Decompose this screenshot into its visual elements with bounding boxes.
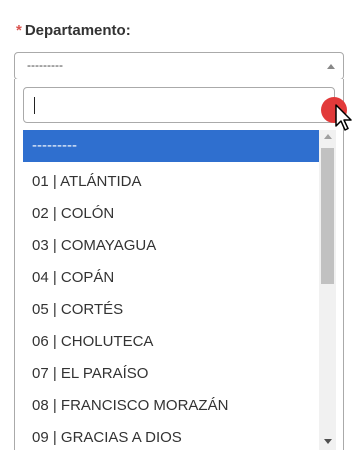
departamento-label: * Departamento: <box>16 22 131 39</box>
search-input[interactable] <box>24 88 334 122</box>
option-item[interactable]: 06 | CHOLUTECA <box>23 326 325 358</box>
option-item[interactable]: 09 | GRACIAS A DIOS <box>23 422 325 450</box>
option-label: 07 | EL PARAÍSO <box>32 365 149 382</box>
text-caret <box>34 97 35 114</box>
option-item[interactable]: 03 | COMAYAGUA <box>23 230 325 262</box>
option-label: 08 | FRANCISCO MORAZÁN <box>32 397 229 414</box>
search-box[interactable] <box>23 87 352 131</box>
option-item[interactable]: 08 | FRANCISCO MORAZÁN <box>23 390 325 422</box>
mouse-pointer-icon <box>335 104 352 131</box>
departamento-select[interactable]: --------- <box>14 52 344 80</box>
required-marker: * <box>16 22 22 39</box>
options-list: --------- 01 | ATLÁNTIDA 02 | COLÓN 03 | CO… <box>23 130 341 450</box>
option-label: 09 | GRACIAS A DIOS <box>32 429 182 446</box>
scroll-thumb[interactable] <box>321 148 334 284</box>
option-label: 02 | COLÓN <box>32 205 115 222</box>
option-item[interactable]: 01 | ATLÁNTIDA <box>23 166 325 198</box>
select-current-value: --------- <box>27 58 63 72</box>
scroll-up-icon[interactable] <box>324 134 332 139</box>
option-label: 04 | COPÁN <box>32 269 115 286</box>
option-label: 03 | COMAYAGUA <box>32 237 157 254</box>
option-item[interactable]: 07 | EL PARAÍSO <box>23 358 325 390</box>
option-item[interactable]: 05 | CORTÉS <box>23 294 325 326</box>
option-label: 01 | ATLÁNTIDA <box>32 173 142 190</box>
departamento-field: * Departamento: --------- --------- 01 | A… <box>0 0 356 450</box>
departamento-label-text: Departamento: <box>24 22 131 39</box>
option-item[interactable]: 02 | COLÓN <box>23 198 325 230</box>
options-scrollbar[interactable] <box>319 130 336 450</box>
option-item[interactable]: 04 | COPÁN <box>23 262 325 294</box>
option-label: 05 | CORTÉS <box>32 301 124 318</box>
option-label: 06 | CHOLUTECA <box>32 333 154 350</box>
option-item[interactable]: --------- <box>23 130 325 162</box>
departamento-dropdown: --------- 01 | ATLÁNTIDA 02 | COLÓN 03 | CO… <box>14 79 352 450</box>
option-label: --------- <box>32 137 77 154</box>
chevron-up-icon[interactable] <box>327 64 335 69</box>
scroll-down-icon[interactable] <box>324 439 332 444</box>
